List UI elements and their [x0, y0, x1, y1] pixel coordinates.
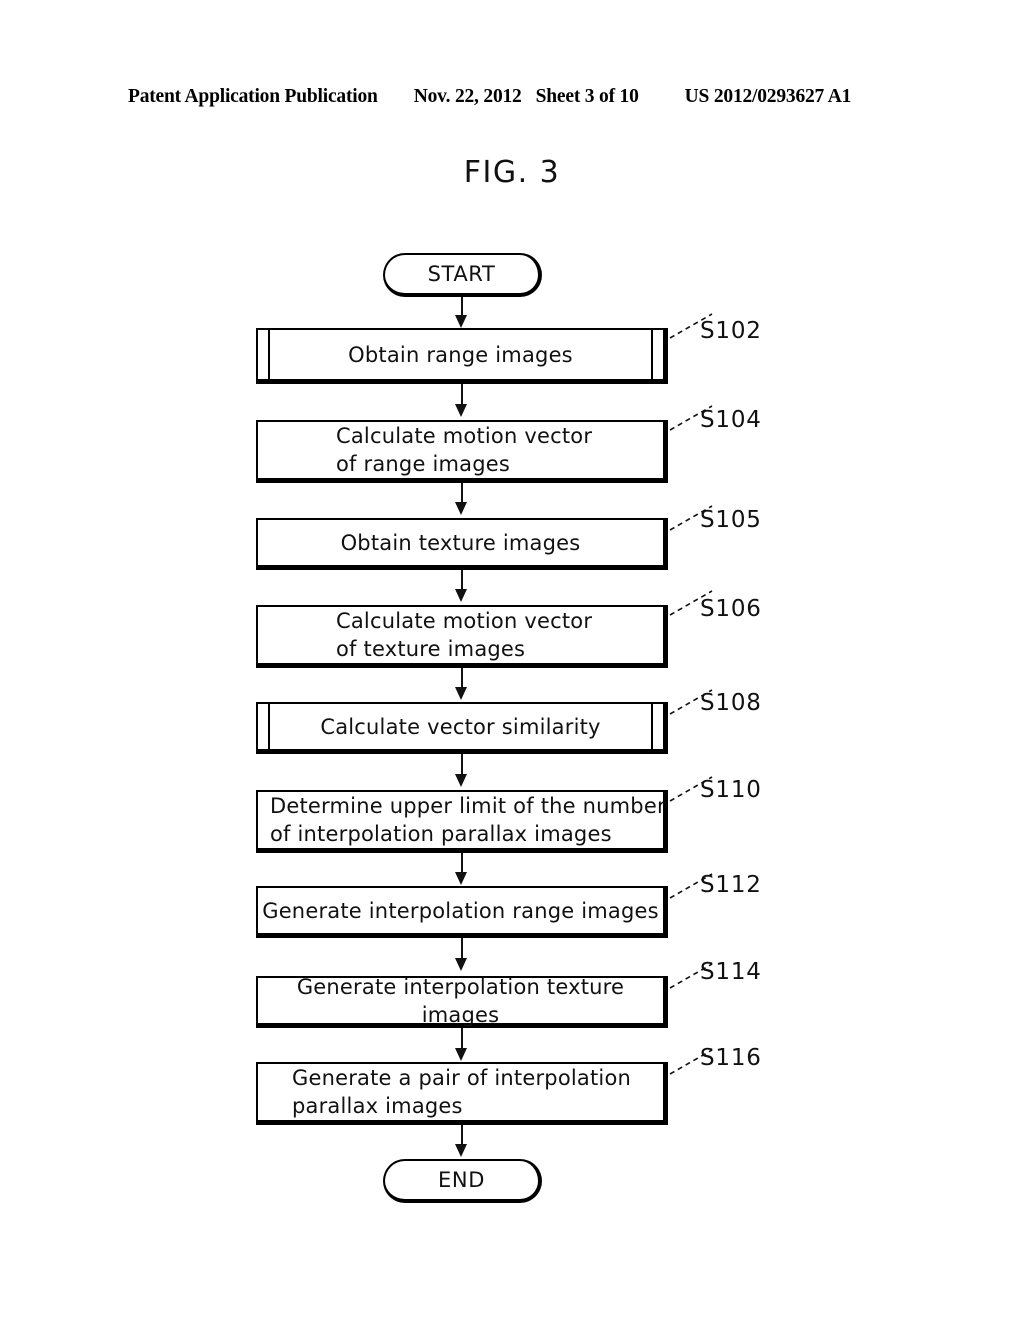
- connector-s104-s105: [461, 483, 463, 503]
- flow-node-s114-label: Generate interpolation texture images: [296, 974, 625, 1027]
- flowchart: START Obtain range images S102 Calculate…: [0, 0, 1024, 1320]
- flow-node-s114: Generate interpolation texture images: [256, 974, 668, 1028]
- connector-s102-s104: [461, 384, 463, 406]
- arrowhead-s102-s104: [455, 404, 467, 417]
- step-label-s108: S108: [700, 690, 762, 716]
- connector-s105-s106: [461, 570, 463, 590]
- flow-node-s108: Calculate vector similarity: [256, 702, 668, 754]
- arrowhead-s112-s114: [455, 958, 467, 971]
- connector-start-s102: [461, 297, 463, 317]
- flow-node-s102-label: Obtain range images: [348, 342, 573, 367]
- step-label-s114: S114: [700, 959, 762, 985]
- step-label-s116: S116: [700, 1045, 762, 1071]
- flow-node-s110: Determine upper limit of the number of i…: [256, 790, 668, 853]
- connector-s112-s114: [461, 938, 463, 960]
- flow-node-start: START: [383, 253, 542, 297]
- flow-node-start-label: START: [427, 262, 496, 286]
- step-label-s112: S112: [700, 872, 762, 898]
- flow-node-s116-label: Generate a pair of interpolation paralla…: [292, 1066, 631, 1118]
- leader-s104: [668, 404, 714, 431]
- flow-node-s116: Generate a pair of interpolation paralla…: [256, 1062, 668, 1125]
- step-label-s105: S105: [700, 507, 762, 533]
- leader-s110: [668, 775, 714, 802]
- leader-s102: [668, 312, 714, 339]
- connector-s116-end: [461, 1125, 463, 1146]
- step-label-s104: S104: [700, 407, 762, 433]
- arrowhead-s104-s105: [455, 502, 467, 515]
- flow-node-s105: Obtain texture images: [256, 518, 668, 570]
- arrowhead-s106-s108: [455, 687, 467, 700]
- flow-node-s102: Obtain range images: [256, 328, 668, 384]
- arrowhead-start-s102: [455, 315, 467, 328]
- arrowhead-s116-end: [455, 1144, 467, 1157]
- step-label-s106: S106: [700, 596, 762, 622]
- step-label-s102: S102: [700, 318, 762, 344]
- arrowhead-s105-s106: [455, 589, 467, 602]
- connector-s106-s108: [461, 668, 463, 688]
- arrowhead-s108-s110: [455, 774, 467, 787]
- connector-s110-s112: [461, 853, 463, 873]
- connector-s114-s116: [461, 1028, 463, 1050]
- flow-node-s112-label: Generate interpolation range images: [262, 898, 659, 923]
- flow-node-end-label: END: [438, 1168, 485, 1192]
- flow-node-s110-label: Determine upper limit of the number of i…: [270, 794, 666, 846]
- flow-node-s112: Generate interpolation range images: [256, 886, 668, 938]
- leader-s106: [668, 589, 714, 616]
- flow-node-end: END: [383, 1159, 542, 1203]
- flow-node-s108-label: Calculate vector similarity: [320, 714, 601, 739]
- flow-node-s104: Calculate motion vector of range images: [256, 420, 668, 483]
- leader-s105: [668, 504, 714, 531]
- flow-node-s105-label: Obtain texture images: [340, 530, 581, 555]
- connector-s108-s110: [461, 754, 463, 776]
- step-label-s110: S110: [700, 777, 762, 803]
- arrowhead-s110-s112: [455, 872, 467, 885]
- flow-node-s106: Calculate motion vector of texture image…: [256, 605, 668, 668]
- leader-s108: [668, 688, 714, 715]
- arrowhead-s114-s116: [455, 1048, 467, 1061]
